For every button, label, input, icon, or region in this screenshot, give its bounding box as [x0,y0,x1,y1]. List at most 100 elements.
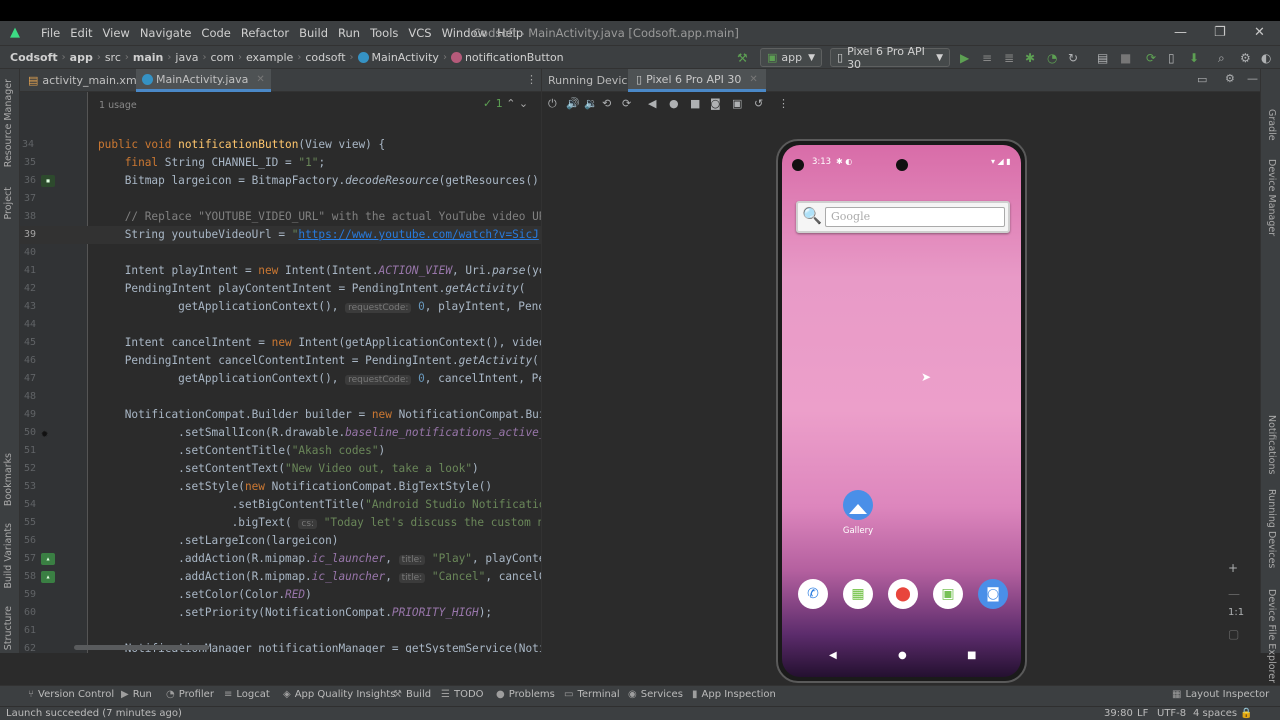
menu-code[interactable]: Code [196,26,235,40]
image-gutter-icon[interactable]: ▪ [41,175,55,187]
launcher-gutter-icon[interactable]: ▴ [41,553,55,565]
run-config-select[interactable]: ▣ app ▼ [760,48,822,67]
menu-run[interactable]: Run [333,26,365,40]
line-separator[interactable]: LF [1137,708,1148,719]
device-manager-icon[interactable]: ▯ [1168,51,1175,65]
breadcrumb-codsoft[interactable]: codsoft [301,51,349,64]
breadcrumb-src[interactable]: src [101,51,125,64]
breadcrumb-main[interactable]: main [129,51,168,64]
snapshot-icon[interactable]: ↺ [754,97,763,110]
menu-view[interactable]: View [98,26,135,40]
tool-todo[interactable]: ☰ TODO [441,689,484,700]
search-icon[interactable]: ⌕ [1218,51,1225,66]
caret-position[interactable]: 39:80 [1104,708,1133,719]
tool-build[interactable]: ⚒ Build [393,689,431,700]
more-tabs-icon[interactable]: ⋮ [526,73,537,86]
overview-icon[interactable]: ■ [690,97,700,110]
tab-device-manager[interactable]: Device Manager [1266,159,1277,236]
tool-app-inspection[interactable]: ▮ App Inspection [692,689,776,700]
breadcrumb-example[interactable]: example [242,51,297,64]
breadcrumb-com[interactable]: com [206,51,238,64]
menu-navigate[interactable]: Navigate [135,26,197,40]
power-icon[interactable]: ⏻ [548,97,557,111]
close-tab-icon[interactable]: ✕ [749,74,757,85]
close-tab-icon[interactable]: ✕ [256,74,264,85]
tab-project[interactable]: Project [3,187,14,220]
home-icon[interactable]: ● [669,97,679,110]
menu-build[interactable]: Build [294,26,333,40]
horizontal-scrollbar[interactable] [74,645,209,650]
volume-down-icon[interactable]: 🔉 [584,97,598,110]
tab-resource-manager[interactable]: Resource Manager [3,79,14,167]
google-search-input[interactable]: Google [825,207,1005,227]
minimize-icon[interactable]: — [1174,25,1187,40]
breadcrumb-mainactivity[interactable]: MainActivity [354,51,443,64]
tab-structure[interactable]: Structure [3,606,14,650]
breadcrumb-app[interactable]: app [66,51,97,64]
tool-layout-inspector[interactable]: ▦ Layout Inspector [1172,689,1269,700]
zoom-fit-icon[interactable]: ▢ [1228,627,1239,641]
debug-icon[interactable]: ✱ [1025,51,1035,65]
tool-app-quality-insights[interactable]: ◈ App Quality Insights [283,689,395,700]
profile-icon[interactable]: ◔ [1047,51,1057,65]
attach-debugger-icon[interactable]: ↻ [1068,51,1078,65]
tool-run[interactable]: ▶ Run [121,689,152,700]
tab-mainactivity-java[interactable]: MainActivity.java ✕ [136,69,271,92]
menu-file[interactable]: File [36,26,65,40]
run-icon[interactable]: ▶ [960,51,969,65]
usage-hint[interactable]: 1 usage [99,100,137,111]
tab-device-pixel[interactable]: ▯ Pixel 6 Pro API 30 ✕ [628,69,766,92]
tab-device-file-explorer[interactable]: Device File Explorer [1266,589,1277,683]
tool-profiler[interactable]: ◔ Profiler [166,689,214,700]
settings-gear-icon[interactable]: ⚙ [1225,72,1235,85]
menu-edit[interactable]: Edit [65,26,97,40]
zoom-actual-size[interactable]: 1:1 [1228,607,1244,618]
settings-gear-icon[interactable]: ⚙ [1240,51,1251,65]
layout-icon[interactable]: ▭ [1197,73,1207,86]
sync-gradle-icon[interactable]: ⟳ [1146,51,1156,65]
launcher-gutter-icon[interactable]: ▴ [41,571,55,583]
menu-refactor[interactable]: Refactor [236,26,294,40]
breadcrumb-java[interactable]: java [171,51,202,64]
nav-home-icon[interactable]: ● [898,650,907,661]
stop-icon[interactable]: ■ [1120,51,1131,65]
google-search-widget[interactable]: 🔍 Google [796,201,1010,233]
back-icon[interactable]: ◀ [648,97,656,110]
breadcrumb-project[interactable]: Codsoft [0,51,62,64]
device-select[interactable]: ▯ Pixel 6 Pro API 30 ▼ [830,45,950,71]
zoom-out-icon[interactable]: — [1228,587,1240,601]
volume-up-icon[interactable]: 🔊 [566,97,580,110]
screenshot-icon[interactable]: ◙ [710,97,721,110]
status-message[interactable]: Launch succeeded (7 minutes ago) [6,708,182,719]
coverage-icon[interactable]: ▤ [1097,51,1108,65]
more-options-icon[interactable]: ⋮ [778,97,789,110]
tool-logcat[interactable]: ≡ Logcat [224,689,270,700]
nav-recents-icon[interactable]: ■ [967,650,976,661]
tool-services[interactable]: ◉ Services [628,689,683,700]
restore-icon[interactable]: ❐ [1214,25,1226,40]
indent-setting[interactable]: 4 spaces [1193,708,1237,719]
menu-tools[interactable]: Tools [365,26,403,40]
gallery-app-icon[interactable] [843,490,873,520]
hide-panel-icon[interactable]: — [1247,72,1258,85]
rotate-left-icon[interactable]: ⟲ [602,97,611,110]
messages-app-icon[interactable]: ▦ [843,579,873,609]
lock-icon[interactable]: 🔒 [1240,708,1252,719]
camera-app-icon[interactable]: ◙ [978,579,1008,609]
rotate-right-icon[interactable]: ⟳ [622,97,631,110]
tab-build-variants[interactable]: Build Variants [3,523,14,589]
nav-back-icon[interactable]: ◀ [829,650,837,661]
hammer-icon[interactable]: ⚒ [737,51,748,65]
zoom-in-icon[interactable]: + [1228,561,1238,575]
tab-running-devices[interactable]: Running Devices [1266,489,1277,568]
sdk-manager-icon[interactable]: ⬇ [1189,51,1199,65]
apply-changes-icon[interactable]: ≡ [982,51,992,65]
screen-record-icon[interactable]: ▣ [732,97,742,110]
code-editor[interactable]: 1 usage ✓ 1 ⌃ ⌄ 34 public void notificati… [20,92,541,653]
tab-bookmarks[interactable]: Bookmarks [3,453,14,506]
account-icon[interactable]: ◐ [1261,51,1271,65]
tool-terminal[interactable]: ▭ Terminal [564,689,620,700]
android-app-icon[interactable]: ▣ [933,579,963,609]
phone-app-icon[interactable]: ✆ [798,579,828,609]
tool-problems[interactable]: ● Problems [496,689,555,700]
